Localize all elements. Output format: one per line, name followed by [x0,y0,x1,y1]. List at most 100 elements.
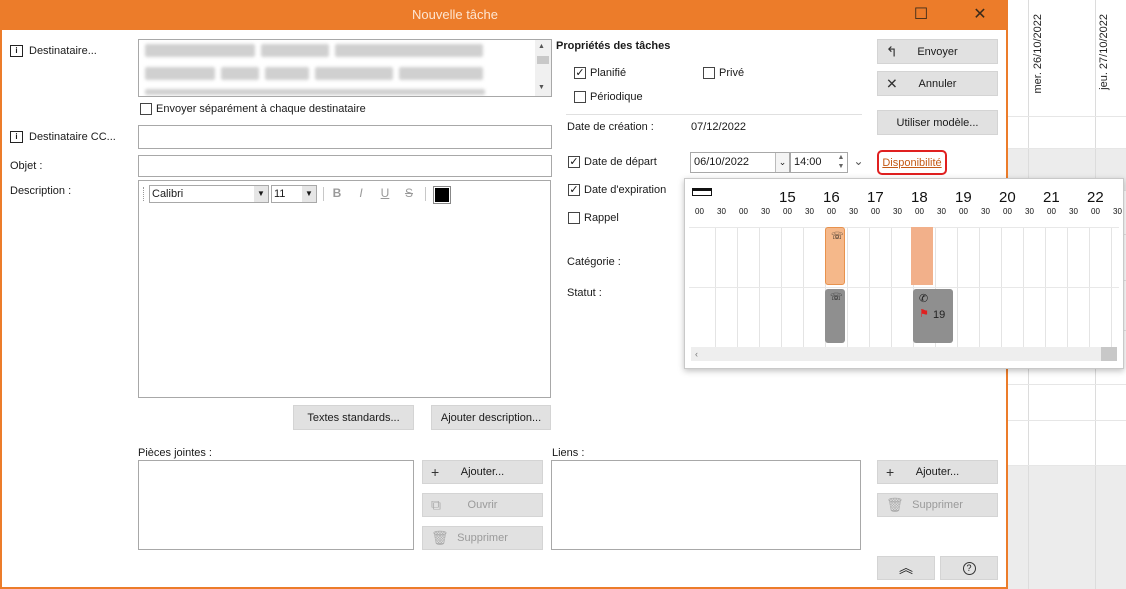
selected-slot[interactable] [911,227,933,285]
attachments-label: Pièces jointes : [138,447,212,459]
hour-label: 21 [1043,189,1060,206]
minute-label: 30 [1069,207,1078,216]
status-label: Statut : [567,287,602,299]
planned-label: Planifié [590,67,627,79]
open-attachment-label: Ouvrir [467,499,498,511]
font-name-select[interactable]: Calibri ▼ [149,185,269,203]
text-color-button[interactable] [433,186,451,204]
chevron-down-icon[interactable]: ⌄ [849,152,868,173]
category-label: Catégorie : [567,256,621,268]
close-icon: ✕ [886,75,898,91]
minute-label: 30 [981,207,990,216]
cancel-button[interactable]: ✕ Annuler [877,71,998,96]
help-icon: ? [962,561,976,575]
minute-label: 00 [871,207,880,216]
availability-popup[interactable]: 151617181920212223 003000300030003000300… [684,178,1124,369]
maximize-icon[interactable]: ☐ [906,3,936,27]
to-label[interactable]: Destinataire... [29,45,97,57]
start-time-value: 14:00 [794,156,822,168]
recipients-scrollbar[interactable]: ▲ ▼ [535,40,551,96]
start-date-label: Date de départ [584,156,657,168]
delete-attachment-button[interactable]: 🗑 Supprimer [422,526,543,550]
trash-icon: 🗑 [886,496,904,513]
minute-label: 30 [761,207,770,216]
title-bar[interactable]: Nouvelle tâche ☐ ✕ [0,0,1008,30]
reminder-check[interactable] [568,212,580,224]
scheduler-icon [691,185,715,203]
due-date-check[interactable]: ✓ [568,184,580,196]
to-recipients-field[interactable]: ▲ ▼ [138,39,552,97]
add-attachment-button[interactable]: + Ajouter... [422,460,543,484]
send-separately-checkbox[interactable]: Envoyer séparément à chaque destinataire [140,103,366,115]
bold-icon[interactable]: B [329,185,345,201]
minute-label: 00 [959,207,968,216]
links-label: Liens : [552,447,585,459]
start-time-input[interactable]: 14:00 ▲ ▼ [790,152,848,173]
task-event[interactable]: ☏ [825,289,845,343]
cc-recipients-field[interactable] [138,125,552,149]
use-template-button[interactable]: Utiliser modèle... [877,110,998,135]
busy-slot-event[interactable]: ☏ [825,227,845,285]
add-description-button[interactable]: Ajouter description... [431,405,551,430]
availability-link[interactable]: Disponibilité [882,157,941,169]
description-editor[interactable]: Calibri ▼ 11 ▼ B I U S [138,180,551,398]
calendar-date-header: mer. 26/10/2022 [1032,14,1044,94]
reminder-checkbox[interactable]: Rappel [568,212,619,224]
start-date-checkbox[interactable]: ✓ Date de départ [568,156,657,168]
cc-label[interactable]: Destinataire CC... [29,131,116,143]
start-date-input[interactable]: 06/10/2022 ⌄ [690,152,790,173]
trash-icon: 🗑 [431,529,449,546]
editor-toolbar: Calibri ▼ 11 ▼ B I U S [139,181,550,207]
private-check[interactable] [703,67,715,79]
chevron-down-icon[interactable]: ▼ [254,186,268,202]
chevron-down-icon[interactable]: ⌄ [775,153,789,172]
start-date-check[interactable]: ✓ [568,156,580,168]
window-title: Nouvelle tâche [412,7,498,22]
underline-icon[interactable]: U [377,185,393,201]
availability-link-frame[interactable]: Disponibilité [877,150,947,175]
planned-checkbox[interactable]: ✓ Planifié [574,67,626,79]
due-date-label: Date d'expiration [584,184,667,196]
close-icon[interactable]: ✕ [965,3,995,27]
chevron-left-icon[interactable]: ‹ [695,347,698,361]
creation-date-label: Date de création : [567,121,654,133]
attachments-list[interactable] [138,460,414,550]
contact-book-icon: i [10,45,23,57]
scrollbar-thumb[interactable] [1101,347,1117,361]
minute-label: 00 [695,207,704,216]
subject-label: Objet : [10,160,43,172]
private-checkbox[interactable]: Privé [703,67,744,79]
chevron-down-icon[interactable]: ▼ [302,186,316,202]
delete-link-button[interactable]: 🗑 Supprimer [877,493,998,517]
periodic-check[interactable] [574,91,586,103]
task-event[interactable]: ✆ ⚑ 19 [913,289,953,343]
font-size-select[interactable]: 11 ▼ [271,185,317,203]
add-link-label: Ajouter... [915,466,960,478]
send-separately-box[interactable] [140,103,152,115]
send-button[interactable]: ↰ Envoyer [877,39,998,64]
flag-icon: ⚑ [919,308,929,320]
add-attachment-label: Ajouter... [460,466,505,478]
time-spinner-icon[interactable]: ▲ ▼ [835,153,847,172]
phone-icon: ☏ [830,292,843,303]
hour-label: 18 [911,189,928,206]
horizontal-scrollbar[interactable]: ‹ [691,347,1117,361]
collapse-up-icon[interactable]: ︽ [877,556,935,580]
italic-icon[interactable]: I [353,185,369,201]
help-button[interactable]: ? [940,556,998,580]
planned-check[interactable]: ✓ [574,67,586,79]
standard-texts-button[interactable]: Textes standards... [293,405,414,430]
hour-label: 20 [999,189,1016,206]
periodic-checkbox[interactable]: Périodique [574,91,643,103]
links-list[interactable] [551,460,861,550]
creation-date-value: 07/12/2022 [691,121,747,133]
add-link-button[interactable]: + Ajouter... [877,460,998,484]
due-date-checkbox[interactable]: ✓ Date d'expiration [568,184,666,196]
contact-book-icon: i [10,131,23,143]
strikethrough-icon[interactable]: S [401,185,417,201]
start-date-value: 06/10/2022 [694,156,750,168]
subject-input[interactable] [138,155,552,177]
open-attachment-button[interactable]: ⧉ Ouvrir [422,493,543,517]
private-label: Privé [719,67,745,79]
cancel-label: Annuler [918,77,957,90]
